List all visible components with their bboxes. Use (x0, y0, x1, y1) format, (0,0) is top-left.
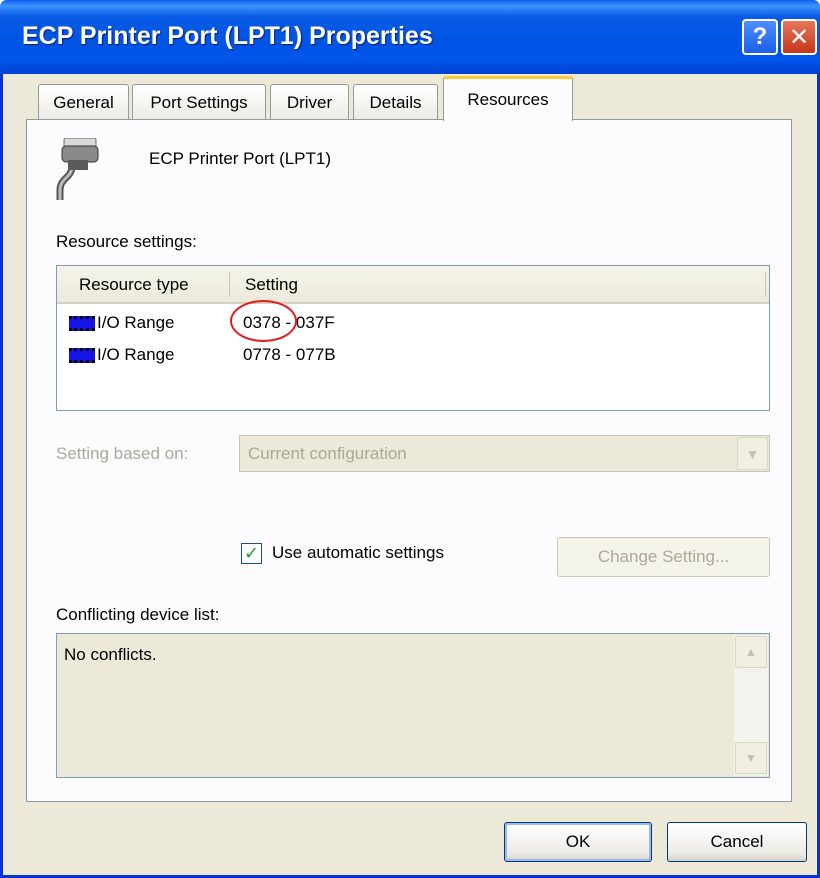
scroll-up-icon[interactable]: ▲ (735, 636, 767, 668)
column-setting[interactable]: Setting (245, 275, 298, 295)
device-name: ECP Printer Port (LPT1) (149, 149, 332, 168)
serial-cable-icon (56, 138, 99, 200)
window-title: ECP Printer Port (LPT1) Properties (22, 22, 433, 50)
column-resource-type[interactable]: Resource type (79, 275, 189, 295)
title-bar[interactable]: ECP Printer Port (LPT1) Properties ? ✕ (0, 0, 820, 74)
conflicts-scrollbar[interactable]: ▲ ▼ (734, 635, 768, 776)
column-separator[interactable] (765, 272, 766, 297)
resource-settings-label: Resource settings: (56, 232, 197, 251)
tab-general[interactable]: General (38, 84, 129, 120)
setting-based-on-select[interactable]: Current configuration ▼ (239, 435, 770, 472)
tab-driver[interactable]: Driver (270, 84, 349, 120)
scroll-down-icon[interactable]: ▼ (735, 742, 767, 774)
setting-based-on-label: Setting based on: (56, 444, 189, 463)
tab-resources[interactable]: Resources (443, 76, 573, 121)
chip-icon (69, 316, 95, 331)
close-button[interactable]: ✕ (781, 19, 817, 55)
resource-list[interactable]: Resource type Setting I/O Range 0378 - 0… (56, 265, 770, 411)
resource-type: I/O Range (97, 345, 175, 364)
use-automatic-settings-label[interactable]: Use automatic settings (272, 543, 444, 563)
resource-list-header: Resource type Setting (57, 266, 769, 304)
chip-icon (69, 348, 95, 363)
conflicting-device-list[interactable]: No conflicts. ▲ ▼ (56, 633, 770, 778)
conflicting-device-list-label: Conflicting device list: (56, 605, 220, 624)
tab-port-settings[interactable]: Port Settings (132, 84, 266, 120)
setting-based-on-value: Current configuration (248, 444, 407, 463)
column-separator[interactable] (229, 272, 230, 297)
resource-type: I/O Range (97, 313, 175, 332)
help-button[interactable]: ? (742, 19, 778, 55)
use-automatic-settings-checkbox[interactable]: ✓ (241, 543, 262, 564)
tab-details[interactable]: Details (353, 84, 438, 120)
conflicts-text: No conflicts. (64, 645, 157, 664)
annotation-circle (230, 300, 297, 342)
chevron-down-icon[interactable]: ▼ (737, 437, 768, 470)
table-row[interactable]: I/O Range 0378 - 037F (65, 310, 565, 338)
ok-button[interactable]: OK (504, 822, 652, 862)
cancel-button[interactable]: Cancel (667, 822, 807, 862)
change-setting-button[interactable]: Change Setting... (557, 537, 770, 577)
table-row[interactable]: I/O Range 0778 - 077B (65, 342, 565, 370)
resource-setting: 0778 - 077B (243, 345, 336, 364)
